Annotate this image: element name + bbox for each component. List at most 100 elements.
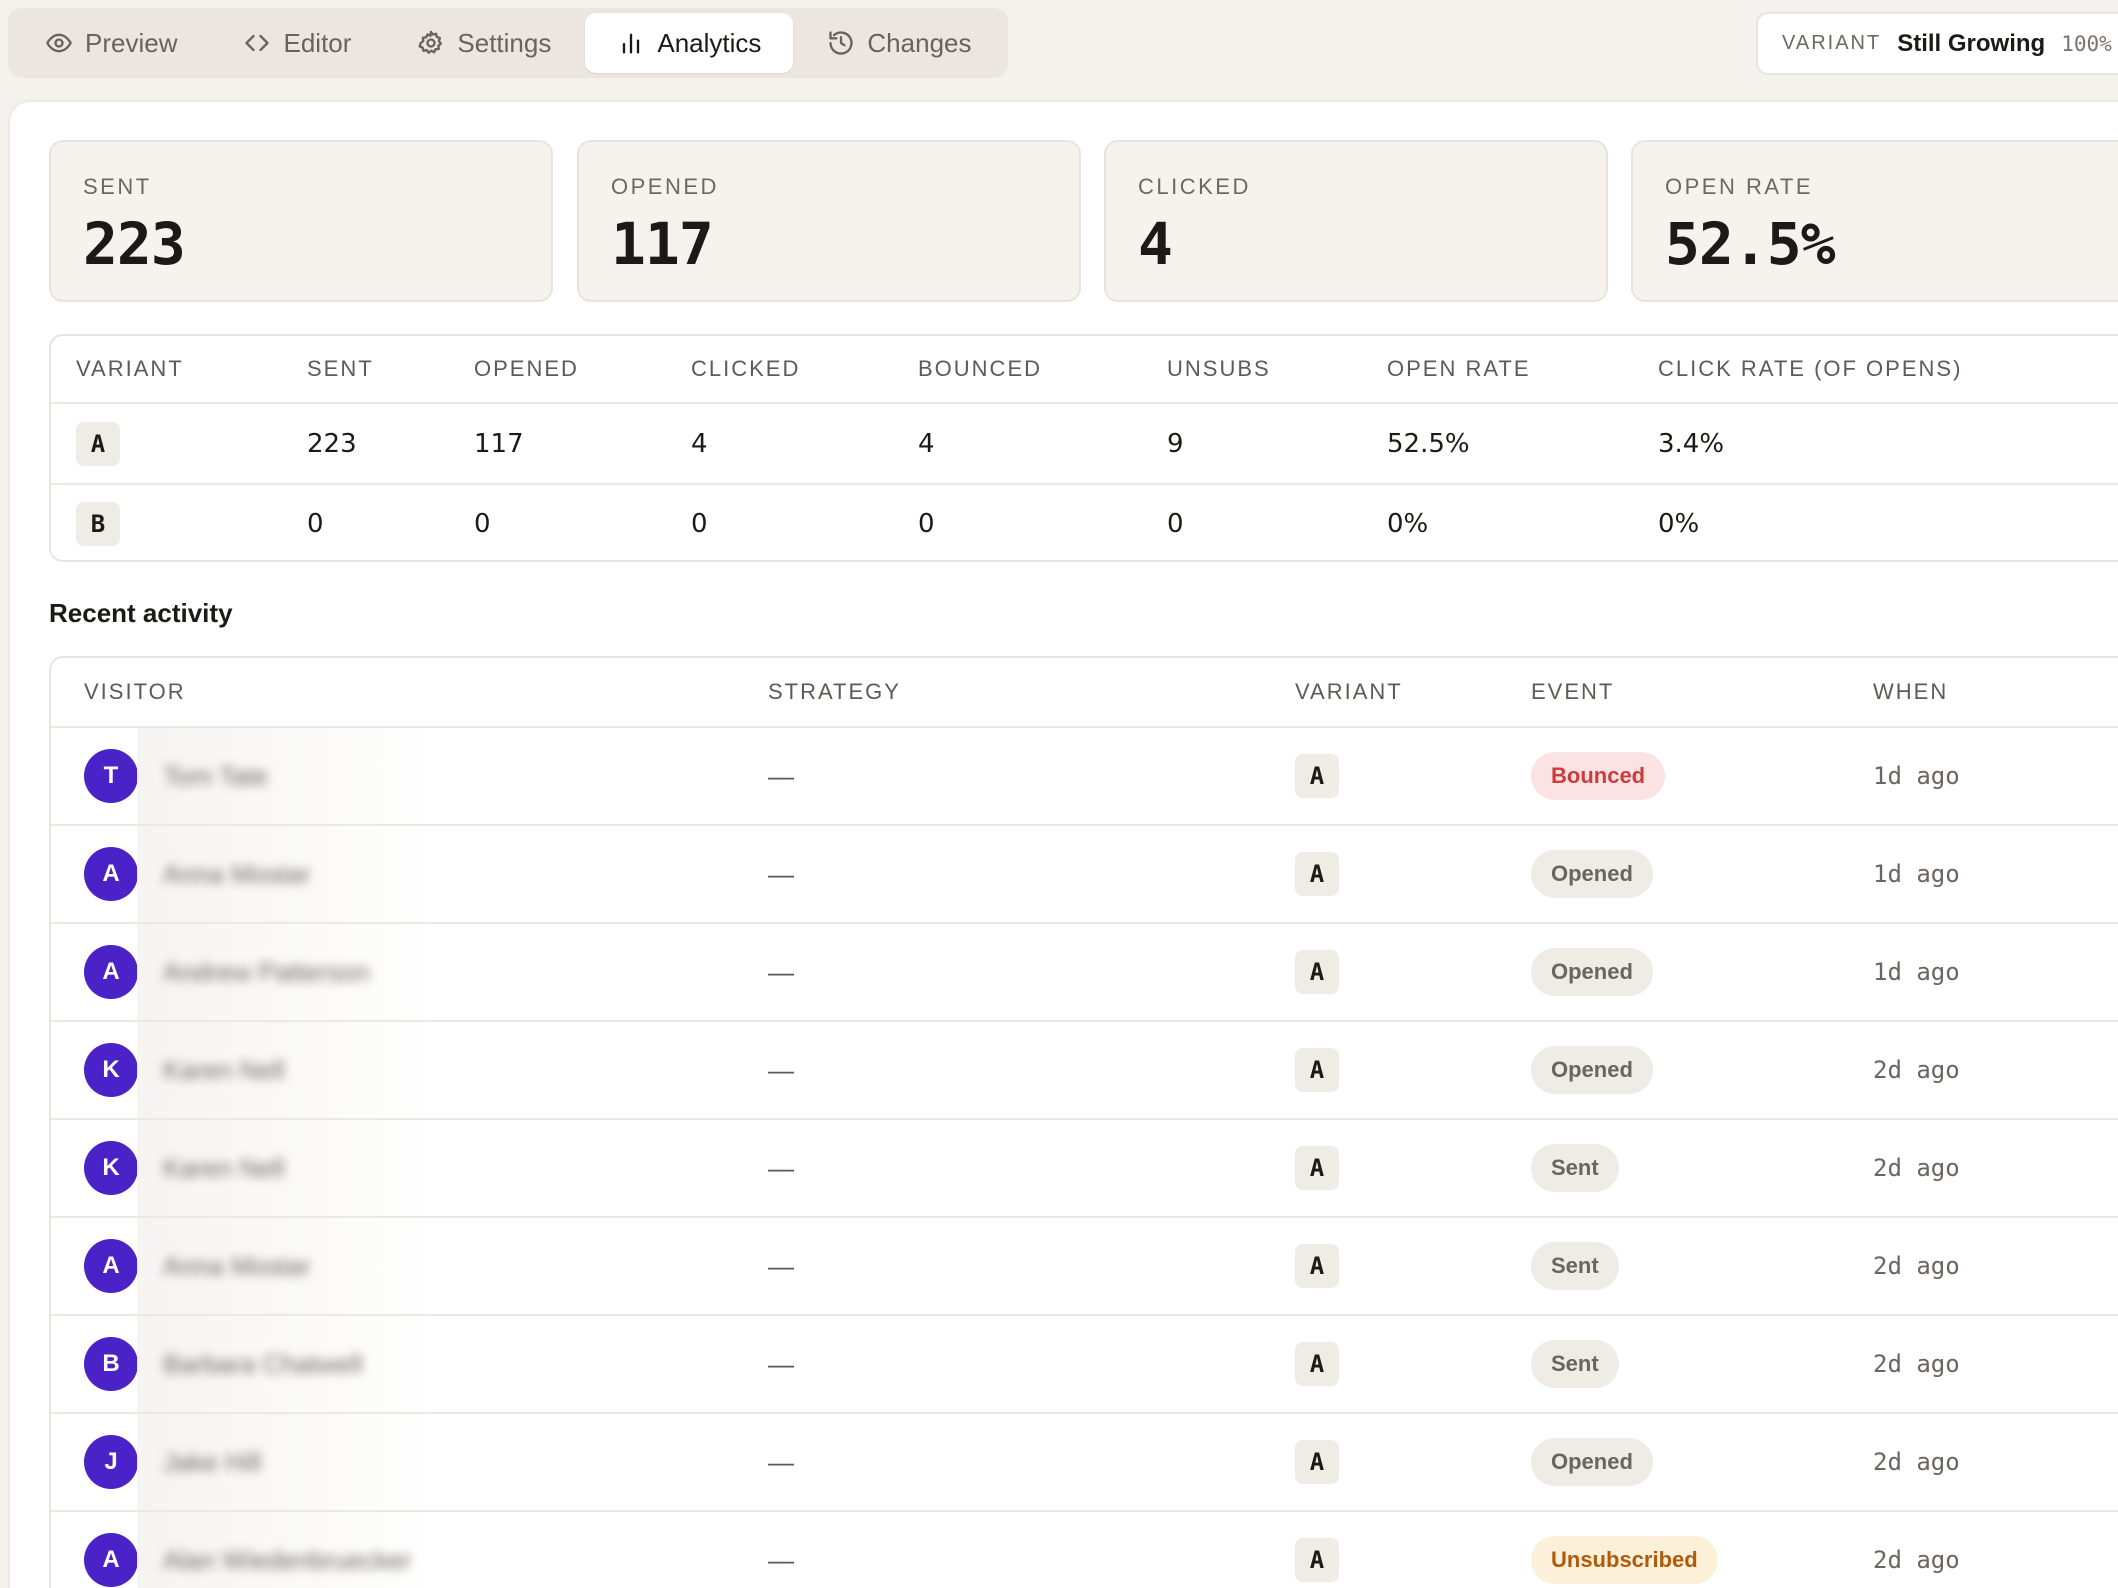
event-badge: Sent [1531, 1242, 1619, 1290]
stat-label: OPENED [611, 174, 719, 199]
event-badge: Opened [1531, 850, 1653, 898]
visitor-name: Anna Mostar [163, 858, 311, 889]
opened-cell: 0 [474, 508, 491, 539]
variant-chip: A [1295, 950, 1339, 994]
tab-label: Analytics [657, 27, 762, 58]
column-header: VISITOR [84, 679, 186, 704]
code-icon [245, 34, 270, 52]
clicked-cell: 4 [691, 428, 708, 459]
tab-label: Preview [85, 27, 178, 58]
stat-label: SENT [83, 174, 152, 199]
table-header: VISITOR STRATEGY VARIANT EVENT WHEN [51, 658, 2118, 728]
tab-label: Settings [457, 27, 552, 58]
strategy-cell: — [768, 1250, 794, 1281]
event-badge: Sent [1531, 1144, 1619, 1192]
visitor-name-blurred: Karen Nell [137, 1120, 437, 1216]
when-cell: 1d ago [1873, 958, 1960, 986]
activity-row[interactable]: A Anna Mostar — A Opened 1d ago [51, 826, 2118, 924]
table-row: B 0 0 0 0 0 0% 0% [51, 483, 2118, 560]
column-header: SENT [307, 356, 374, 381]
bar-chart-icon [623, 33, 640, 54]
activity-table: VISITOR STRATEGY VARIANT EVENT WHEN T Tom… [49, 656, 2118, 1588]
tab-settings[interactable]: Settings [385, 13, 583, 73]
when-cell: 2d ago [1873, 1252, 1960, 1280]
open-rate-cell: 0% [1387, 508, 1429, 539]
avatar: K [84, 1141, 138, 1195]
visitor-name: Barbara Chatwell [163, 1348, 363, 1379]
variant-chip: A [1295, 1244, 1339, 1288]
eye-icon [46, 33, 72, 53]
activity-row[interactable]: A Anna Mostar — A Sent 2d ago [51, 1218, 2118, 1316]
avatar: A [84, 1239, 138, 1293]
activity-row[interactable]: A Andrew Patterson — A Opened 1d ago [51, 924, 2118, 1022]
variant-selector-label: VARIANT [1782, 32, 1882, 54]
avatar: K [84, 1043, 138, 1097]
activity-row[interactable]: T Tom Tate — A Bounced 1d ago [51, 728, 2118, 826]
column-header: EVENT [1531, 679, 1615, 704]
tab-changes[interactable]: Changes [795, 13, 1003, 73]
table-header: VARIANT SENT OPENED CLICKED BOUNCED UNSU… [51, 336, 2118, 404]
strategy-cell: — [768, 760, 794, 791]
avatar: J [84, 1435, 138, 1489]
tab-analytics[interactable]: Analytics [585, 13, 794, 73]
activity-row[interactable]: K Karen Nell — A Opened 2d ago [51, 1022, 2118, 1120]
column-header: BOUNCED [918, 356, 1043, 381]
activity-row[interactable]: B Barbara Chatwell — A Sent 2d ago [51, 1316, 2118, 1414]
avatar: A [84, 945, 138, 999]
tab-label: Editor [283, 27, 352, 58]
variant-chip: A [1295, 1342, 1339, 1386]
clicked-cell: 0 [691, 508, 708, 539]
column-header: CLICK RATE (OF OPENS) [1658, 356, 1963, 381]
visitor-name: Karen Nell [163, 1152, 285, 1183]
strategy-cell: — [768, 1544, 794, 1575]
variant-chip: A [1295, 1440, 1339, 1484]
event-badge: Opened [1531, 1438, 1653, 1486]
stat-card-opened: OPENED 117 [577, 140, 1081, 302]
column-header: STRATEGY [768, 679, 901, 704]
activity-row[interactable]: J Jake Hill — A Opened 2d ago [51, 1414, 2118, 1512]
column-header: VARIANT [1295, 679, 1403, 704]
column-header: OPEN RATE [1387, 356, 1531, 381]
when-cell: 1d ago [1873, 860, 1960, 888]
when-cell: 2d ago [1873, 1056, 1960, 1084]
section-title: Recent activity [49, 598, 233, 628]
activity-row[interactable]: K Karen Nell — A Sent 2d ago [51, 1120, 2118, 1218]
event-badge: Unsubscribed [1531, 1536, 1718, 1584]
event-badge: Opened [1531, 948, 1653, 996]
variant-selector[interactable]: VARIANT Still Growing 100% [1756, 12, 2118, 75]
event-badge: Opened [1531, 1046, 1653, 1094]
stat-card-clicked: CLICKED 4 [1104, 140, 1608, 302]
unsubs-cell: 0 [1167, 508, 1184, 539]
when-cell: 2d ago [1873, 1546, 1960, 1574]
visitor-name: Anna Mostar [163, 1250, 311, 1281]
strategy-cell: — [768, 956, 794, 987]
visitor-name-blurred: Barbara Chatwell [137, 1316, 437, 1412]
history-icon [829, 31, 854, 55]
event-badge: Bounced [1531, 752, 1666, 800]
variant-chip: A [76, 421, 120, 466]
avatar: A [84, 847, 138, 901]
variant-selector-value: Still Growing [1897, 29, 2046, 57]
visitor-name-blurred: Anna Mostar [137, 1218, 437, 1314]
bounced-cell: 4 [918, 428, 935, 459]
unsubs-cell: 9 [1167, 428, 1184, 459]
variant-chip: A [1295, 754, 1339, 798]
visitor-name-blurred: Tom Tate [137, 728, 437, 824]
strategy-cell: — [768, 858, 794, 889]
column-header: VARIANT [76, 356, 184, 381]
strategy-cell: — [768, 1054, 794, 1085]
stat-card-sent: SENT 223 [49, 140, 553, 302]
tab-editor[interactable]: Editor [211, 13, 383, 73]
visitor-name-blurred: Andrew Patterson [137, 924, 437, 1020]
click-rate-cell: 3.4% [1658, 428, 1725, 459]
tab-label: Changes [867, 27, 972, 58]
visitor-name: Andrew Patterson [163, 956, 370, 987]
visitor-name: Karen Nell [163, 1054, 285, 1085]
variant-table: VARIANT SENT OPENED CLICKED BOUNCED UNSU… [49, 334, 2118, 562]
visitor-name-blurred: Jake Hill [137, 1414, 437, 1510]
variant-chip: A [1295, 852, 1339, 896]
tab-preview[interactable]: Preview [13, 13, 209, 73]
sent-cell: 0 [307, 508, 324, 539]
activity-row[interactable]: A Alan Wiedenbruecker — A Unsubscribed 2d ago [51, 1512, 2118, 1588]
visitor-name-blurred: Alan Wiedenbruecker [137, 1512, 437, 1588]
